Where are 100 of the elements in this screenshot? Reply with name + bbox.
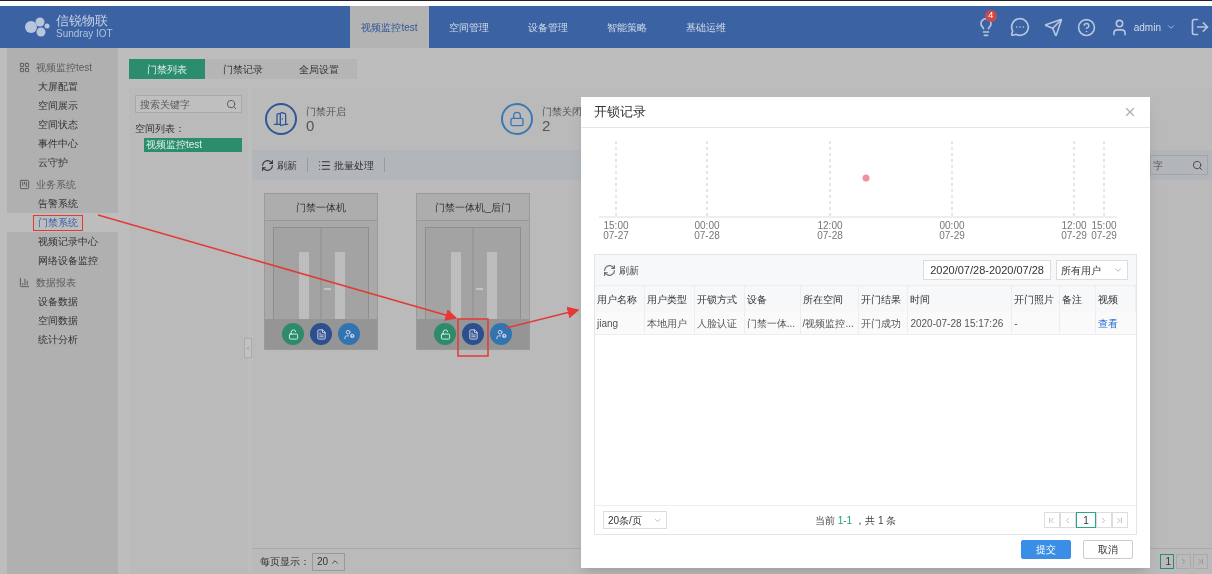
table-cell: 2020-07-28 15:17:26 [908,312,1013,334]
tab[interactable]: 门禁列表 [129,59,205,79]
help-icon[interactable] [1076,17,1096,37]
user-filter-select[interactable]: 所有用户 [1056,260,1128,280]
user-button[interactable] [490,323,512,345]
document-icon [467,328,479,340]
nav-tab[interactable]: 基础运维 [666,6,745,48]
table-cell: 本地用户 [644,312,695,334]
first-page-icon [1047,515,1057,525]
view-link[interactable]: 查看 [1098,315,1119,331]
group-icon [19,62,30,73]
dialog-title: 开锁记录 [594,103,646,122]
caret-icon[interactable] [1166,22,1176,32]
door-name: 门禁一体机 [296,200,346,215]
nav-tab[interactable]: 设备管理 [508,6,587,48]
chevron-down-icon [1113,265,1123,275]
page-size-label: 每页显示： [260,555,310,569]
page-size-select[interactable]: 20条/页 [603,511,667,529]
table-cell: /视频监控... [800,312,859,334]
page-number[interactable]: 1 [1076,512,1096,528]
user-icon [343,328,355,340]
refresh-icon [261,158,274,172]
user-button[interactable] [338,323,360,345]
sidebar-group-title: 视频监控test [36,61,93,75]
sidebar-item[interactable]: 事件中心 [33,135,83,152]
chat-icon[interactable] [1009,17,1030,37]
cancel-button[interactable]: 取消 [1083,540,1133,559]
table-cell: 开门成功 [858,312,909,334]
logo-subtitle: Sundray IOT [56,27,113,40]
unlock-icon [439,328,451,340]
space-item[interactable]: 视频监控test [144,138,242,152]
stat-value: 0 [306,119,316,133]
nav-tab[interactable]: 空间管理 [429,6,508,48]
page-size-select[interactable]: 20 [312,552,346,571]
door-name: 门禁一体机_后门 [435,200,511,215]
batch-button[interactable]: 批量处理 [318,157,374,173]
search-icon[interactable] [226,98,237,110]
last-page-icon [1115,515,1125,525]
sidebar-item[interactable]: 统计分析 [33,331,83,348]
submit-button[interactable]: 提交 [1021,540,1071,559]
date-range-field[interactable]: 2020/07/28-2020/07/28 [923,260,1051,280]
send-icon[interactable] [1043,17,1063,37]
close-button[interactable] [1123,105,1137,119]
logo-icon [24,17,50,37]
search-field[interactable]: 搜索关键字 [135,95,242,113]
summary-range: 1-1 [837,513,853,528]
nav-tab[interactable]: 智能策略 [587,6,666,48]
search-icon[interactable] [1192,159,1203,171]
axis-label: 15:00 07-29 [1090,221,1118,241]
unlock-button[interactable] [282,323,304,345]
tab[interactable]: 门禁记录 [205,59,281,79]
record-button[interactable] [462,323,484,345]
notification-badge: 4 [984,10,997,22]
axis-label: 00:00 07-28 [693,221,721,241]
record-button[interactable] [310,323,332,345]
logout-icon[interactable] [1190,17,1210,37]
lock-icon [501,103,533,135]
space-list-label: 空间列表： [135,122,186,136]
sidebar-item[interactable]: 云守护 [33,154,73,171]
search-field[interactable]: 字 [1150,155,1208,175]
table-cell: 人脸认证 [694,312,745,334]
sidebar-item[interactable]: 空间展示 [33,97,83,114]
sidebar-item[interactable]: 告警系统 [33,195,83,212]
collapse-handle[interactable] [244,338,252,358]
summary-text: ，共 1 条 [855,513,897,528]
stat-value: 2 [542,119,552,133]
sidebar-item[interactable]: 视频记录中心 [33,233,103,250]
table-cell: jiang [595,312,645,334]
document-icon [315,328,327,340]
stat-label: 门禁关闭 [542,105,582,119]
sidebar-group-title: 数据报表 [36,276,76,290]
page-number[interactable]: 1 [1160,554,1174,569]
sidebar-item[interactable]: 空间数据 [33,312,83,329]
axis-label: 12:00 07-28 [816,221,844,241]
refresh-button[interactable]: 刷新 [261,157,297,173]
user-icon [495,328,507,340]
table-cell: 门禁一体... [744,312,801,334]
door-icon [265,103,297,135]
last-page-icon [1196,557,1205,566]
user-name[interactable]: admin [1133,19,1161,35]
sidebar-item[interactable]: 空间状态 [33,116,83,133]
unlock-button[interactable] [434,323,456,345]
sidebar-item[interactable]: 网络设备监控 [33,252,103,269]
axis-label: 00:00 07-29 [938,221,966,241]
sidebar-item[interactable]: 门禁系统 [33,214,83,231]
table-cell: - [1012,312,1061,334]
sidebar-item[interactable]: 大屏配置 [33,78,83,95]
logo-name: 信锐物联 [56,14,109,27]
chevron-right-icon [1179,557,1188,566]
refresh-icon [603,263,616,277]
sidebar-item[interactable]: 设备数据 [33,293,83,310]
highlight-box [457,318,489,357]
nav-tab[interactable]: 视频监控test [350,6,429,48]
sidebar-group-title: 业务系统 [36,178,76,192]
refresh-button[interactable]: 刷新 [603,262,639,278]
unlock-icon [287,328,299,340]
tab[interactable]: 全局设置 [281,59,357,79]
group-icon [19,179,30,190]
group-icon [19,277,30,288]
list-icon [318,158,331,172]
